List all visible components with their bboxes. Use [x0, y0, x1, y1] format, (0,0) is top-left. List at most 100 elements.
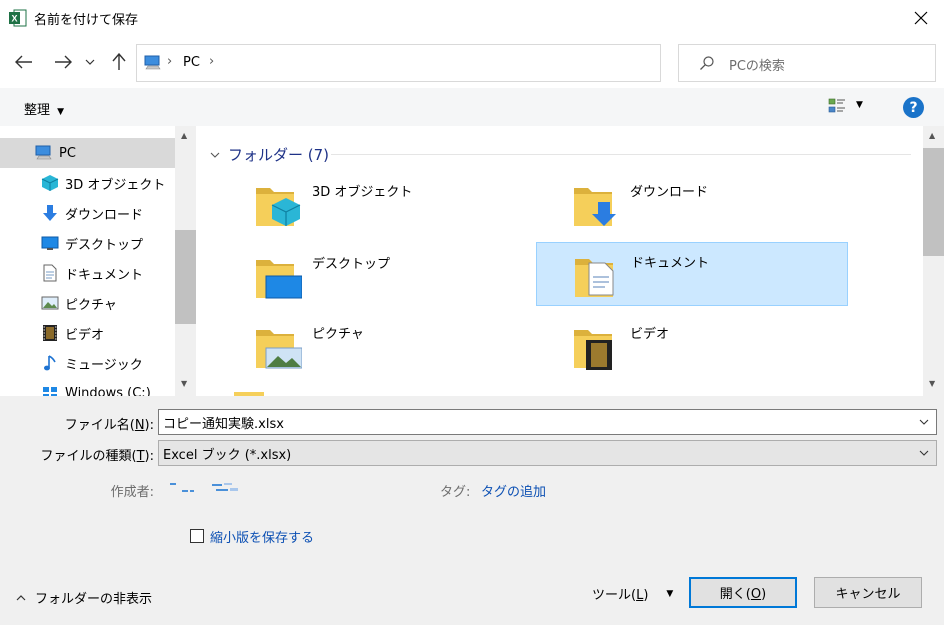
download-icon — [40, 203, 60, 223]
nav-pane-scrollbar[interactable]: ▲ ▼ — [175, 126, 196, 396]
search-box[interactable]: PCの検索 — [678, 44, 936, 82]
author-value[interactable] — [168, 483, 242, 499]
arrow-right-icon — [55, 55, 72, 69]
nav-item-3d-objects[interactable]: 3D オブジェクト — [0, 168, 175, 198]
nav-item-label: ドキュメント — [65, 267, 144, 283]
open-button[interactable]: 開く(O) — [689, 577, 797, 608]
save-thumbnail-label[interactable]: 縮小版を保存する — [210, 527, 314, 546]
forward-button[interactable] — [50, 50, 76, 74]
folder-tile-videos[interactable]: ビデオ — [536, 314, 848, 378]
arrow-left-icon — [15, 55, 32, 69]
scroll-up-arrow-icon[interactable]: ▲ — [181, 131, 187, 140]
nav-item-windows-drive[interactable]: Windows (C:) — [0, 378, 175, 396]
folder-tile-downloads[interactable]: ダウンロード — [536, 172, 848, 236]
address-bar[interactable]: › PC › — [136, 44, 787, 82]
tools-menu-button[interactable]: ツール(L) ▼ — [592, 584, 673, 603]
add-tag-link[interactable]: タグの追加 — [481, 481, 546, 500]
desktop-icon — [40, 233, 60, 253]
group-divider — [331, 154, 911, 155]
group-header-label: フォルダー (7) — [228, 146, 330, 164]
scrollbar-thumb[interactable] — [175, 230, 196, 324]
pc-icon — [144, 55, 162, 75]
nav-item-documents[interactable]: ドキュメント — [0, 258, 175, 288]
document-folder-icon — [575, 259, 614, 297]
cancel-button[interactable]: キャンセル — [814, 577, 922, 608]
chevron-down-icon — [919, 419, 929, 425]
folder-tile-documents[interactable]: ドキュメント — [536, 242, 848, 306]
drive-icon — [40, 383, 60, 396]
3d-objects-folder-icon — [256, 188, 301, 226]
organize-label: 整理 — [24, 103, 51, 118]
address-separator[interactable]: › — [167, 54, 172, 69]
filename-label: ファイル名(N): — [64, 418, 154, 433]
desktop-folder-icon — [256, 260, 302, 299]
arrow-up-icon — [112, 53, 126, 70]
document-icon — [40, 263, 60, 283]
help-button[interactable]: ? — [903, 97, 924, 118]
close-icon — [914, 11, 928, 25]
nav-item-label: Windows (C:) — [65, 385, 151, 397]
filename-field[interactable]: コピー通知実験.xlsx — [158, 409, 937, 435]
chevron-down-icon — [919, 450, 929, 456]
filetype-dropdown[interactable] — [912, 441, 936, 465]
address-separator[interactable]: › — [209, 54, 214, 69]
chevron-up-icon — [16, 594, 26, 600]
nav-item-label: ピクチャ — [65, 297, 117, 313]
nav-item-downloads[interactable]: ダウンロード — [0, 198, 175, 228]
chevron-down-icon — [85, 59, 95, 65]
close-button[interactable] — [898, 0, 944, 36]
folder-tile-label: ドキュメント — [631, 256, 710, 271]
music-icon — [40, 353, 60, 373]
3d-objects-icon — [40, 173, 60, 193]
filename-value[interactable]: コピー通知実験.xlsx — [163, 413, 284, 432]
organize-menu-button[interactable]: 整理 ▼ — [24, 99, 64, 118]
filetype-label: ファイルの種類(T): — [40, 449, 154, 464]
recent-locations-button[interactable] — [80, 50, 100, 74]
redacted-author-image — [170, 483, 238, 492]
change-view-button[interactable] — [828, 98, 846, 118]
nav-item-pictures[interactable]: ピクチャ — [0, 288, 175, 318]
nav-item-desktop[interactable]: デスクトップ — [0, 228, 175, 258]
folder-tile-partial[interactable] — [234, 392, 264, 396]
video-folder-icon — [574, 330, 612, 370]
nav-item-videos[interactable]: ビデオ — [0, 318, 175, 348]
folders-group-header[interactable]: フォルダー (7) — [210, 144, 329, 165]
author-label: 作成者: — [110, 485, 154, 500]
nav-item-label: 3D オブジェクト — [65, 177, 166, 193]
open-label: 開く(O) — [719, 587, 767, 602]
navigation-bar: › PC › PCの検索 — [0, 36, 944, 88]
back-button[interactable] — [11, 50, 37, 74]
nav-item-pc[interactable]: PC — [0, 138, 175, 168]
picture-folder-icon — [256, 330, 302, 369]
hide-folders-button[interactable]: フォルダーの非表示 — [16, 588, 152, 607]
filetype-select[interactable]: Excel ブック (*.xlsx) — [158, 440, 937, 466]
dropdown-arrow-icon: ▼ — [57, 107, 65, 117]
pc-icon — [34, 143, 54, 163]
nav-item-label: ミュージック — [65, 357, 143, 373]
nav-item-music[interactable]: ミュージック — [0, 348, 175, 378]
nav-item-label: デスクトップ — [65, 237, 144, 253]
search-placeholder: PCの検索 — [729, 59, 785, 74]
folder-tile-desktop[interactable]: デスクトップ — [218, 244, 530, 308]
file-list-scrollbar[interactable]: ▲ ▼ — [923, 126, 944, 396]
navigation-pane[interactable]: PC 3D オブジェクト ダウンロード デスクトップ ドキュメント ピクチャ ビ… — [0, 126, 196, 396]
save-thumbnail-checkbox[interactable] — [190, 529, 204, 543]
scroll-down-arrow-icon[interactable]: ▼ — [929, 379, 935, 388]
up-button[interactable] — [106, 50, 132, 74]
scroll-up-arrow-icon[interactable]: ▲ — [929, 131, 935, 140]
nav-item-label: ダウンロード — [65, 207, 144, 223]
filename-history-dropdown[interactable] — [912, 410, 936, 434]
filetype-value: Excel ブック (*.xlsx) — [163, 447, 292, 463]
window-title: 名前を付けて保存 — [34, 13, 139, 28]
address-segment-pc[interactable]: PC — [183, 55, 200, 70]
folder-tile-3d-objects[interactable]: 3D オブジェクト — [218, 172, 530, 236]
scroll-down-arrow-icon[interactable]: ▼ — [181, 379, 187, 388]
view-options-dropdown[interactable]: ▼ — [856, 100, 863, 110]
chevron-down-icon — [210, 152, 220, 158]
file-list-view[interactable]: フォルダー (7) 3D オブジェクト ダウンロード デスクトップ ドキュメント — [196, 126, 944, 396]
folder-tile-label: ダウンロード — [630, 185, 709, 200]
scrollbar-thumb[interactable] — [923, 148, 944, 256]
folder-tile-label: デスクトップ — [312, 257, 391, 272]
folder-tile-pictures[interactable]: ピクチャ — [218, 314, 530, 378]
nav-item-label: ビデオ — [65, 327, 105, 343]
